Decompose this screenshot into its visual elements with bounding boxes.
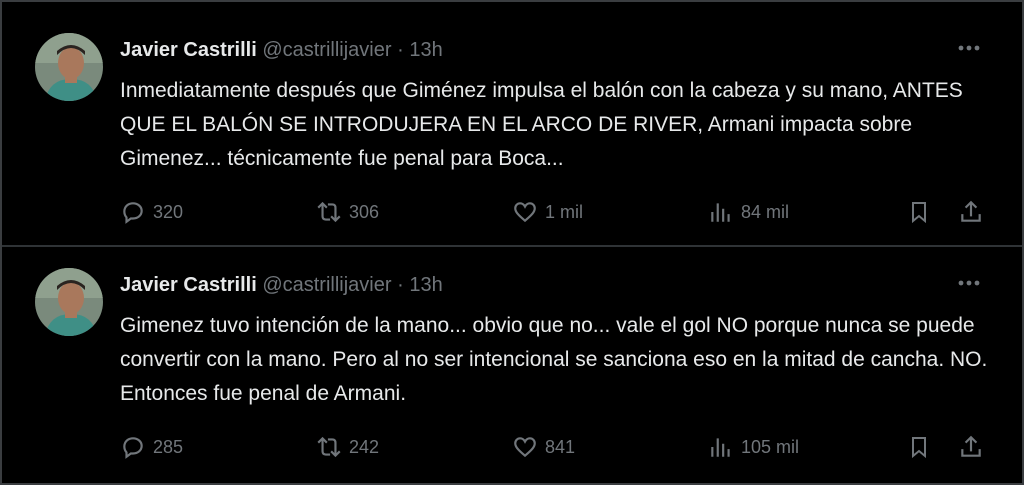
bookmark-button[interactable] [904, 194, 934, 230]
retweet-button[interactable]: 242 [314, 429, 379, 465]
like-count: 1 mil [545, 201, 584, 222]
timestamp[interactable]: 13h [409, 274, 442, 296]
bookmark-icon [904, 432, 934, 462]
avatar-photo [35, 33, 103, 101]
author-handle[interactable]: @castrillijavier [262, 39, 391, 61]
author-name[interactable]: Javier Castrilli [120, 274, 257, 296]
more-icon [958, 45, 980, 51]
reply-count: 320 [153, 201, 184, 222]
like-button[interactable]: 841 [510, 429, 575, 465]
reply-icon [118, 197, 148, 227]
author-name[interactable]: Javier Castrilli [120, 39, 257, 61]
views-icon [706, 197, 736, 227]
retweet-button[interactable]: 306 [314, 194, 379, 230]
retweet-count: 242 [349, 436, 380, 457]
tweet-header: Javier Castrilli @castrillijavier · 13h [120, 38, 443, 62]
views-button[interactable]: 105 mil [706, 429, 799, 465]
retweet-icon [314, 432, 344, 462]
retweet-icon [314, 197, 344, 227]
tweet-divider [2, 245, 1022, 247]
share-icon [956, 432, 986, 462]
more-button[interactable] [954, 38, 984, 58]
avatar[interactable] [35, 33, 103, 101]
reply-button[interactable]: 285 [118, 429, 183, 465]
like-count: 841 [545, 436, 576, 457]
views-count: 84 mil [741, 201, 790, 222]
avatar-photo [35, 268, 103, 336]
tweet-actions: 320 306 1 mil 84 mil [114, 194, 994, 230]
like-icon [510, 197, 540, 227]
more-button[interactable] [954, 273, 984, 293]
like-button[interactable]: 1 mil [510, 194, 583, 230]
views-icon [706, 432, 736, 462]
reply-count: 285 [153, 436, 184, 457]
bookmark-button[interactable] [904, 429, 934, 465]
retweet-count: 306 [349, 201, 380, 222]
share-button[interactable] [956, 194, 986, 230]
tweet[interactable]: Javier Castrilli @castrillijavier · 13h … [2, 14, 1022, 244]
separator: · [397, 274, 404, 296]
views-button[interactable]: 84 mil [706, 194, 789, 230]
tweet-text: Inmediatamente después que Giménez impul… [120, 79, 963, 170]
share-icon [956, 197, 986, 227]
reply-icon [118, 432, 148, 462]
separator: · [397, 39, 404, 61]
author-handle[interactable]: @castrillijavier [262, 274, 391, 296]
tweet-actions: 285 242 841 105 mil [114, 429, 994, 465]
more-icon [958, 280, 980, 286]
bookmark-icon [904, 197, 934, 227]
share-button[interactable] [956, 429, 986, 465]
like-icon [510, 432, 540, 462]
views-count: 105 mil [741, 436, 800, 457]
tweet[interactable]: Javier Castrilli @castrillijavier · 13h … [2, 249, 1022, 485]
tweet-header: Javier Castrilli @castrillijavier · 13h [120, 273, 443, 297]
reply-button[interactable]: 320 [118, 194, 183, 230]
tweet-text: Gimenez tuvo intención de la mano... obv… [120, 314, 988, 405]
timestamp[interactable]: 13h [409, 39, 442, 61]
avatar[interactable] [35, 268, 103, 336]
